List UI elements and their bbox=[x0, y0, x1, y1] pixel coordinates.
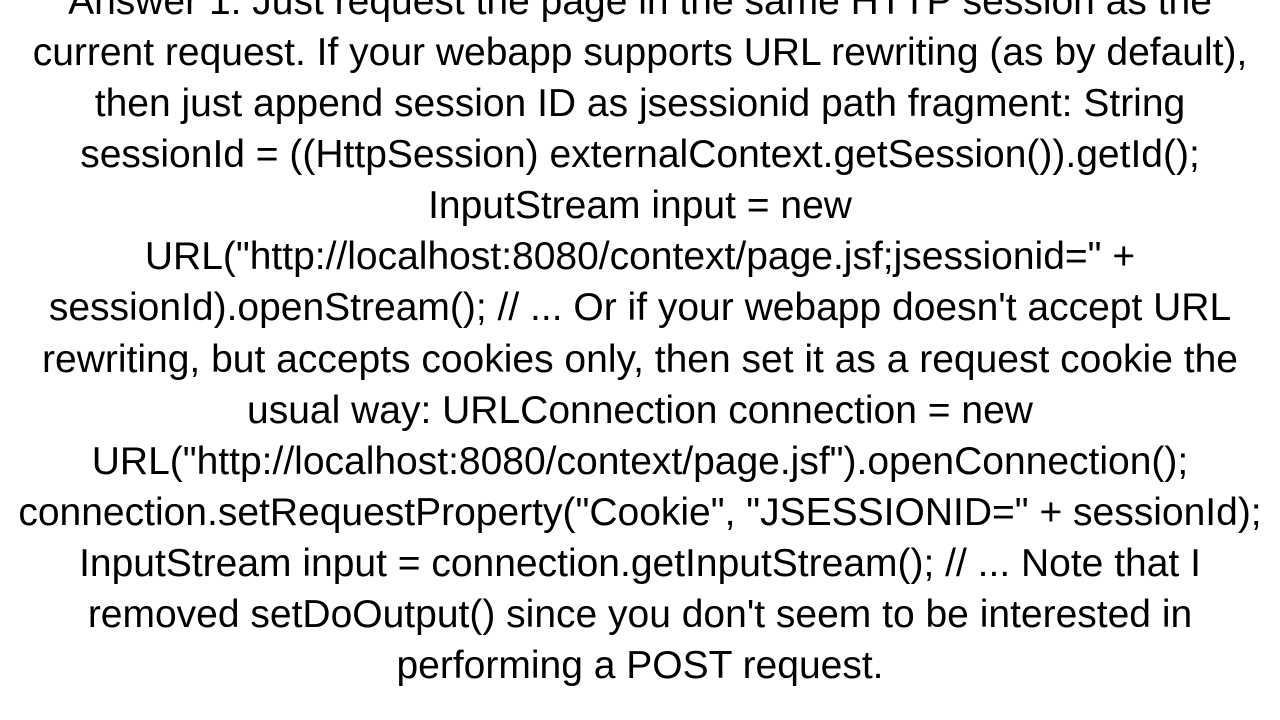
answer-text: Answer 1: Just request the page in the s… bbox=[0, 0, 1280, 691]
page-container: Answer 1: Just request the page in the s… bbox=[0, 0, 1280, 720]
